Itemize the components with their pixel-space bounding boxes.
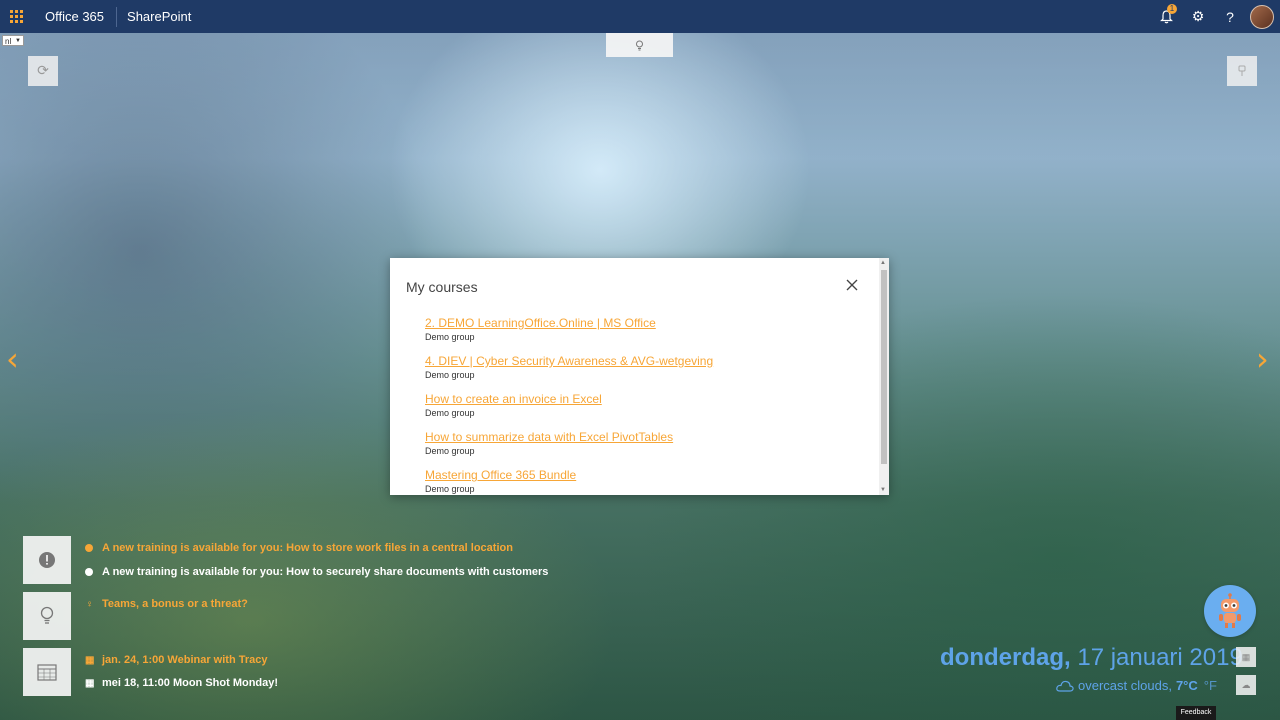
notifications-button[interactable]: 1 — [1150, 0, 1182, 33]
settings-button[interactable]: ⚙ — [1182, 0, 1214, 33]
course-item: 2. DEMO LearningOffice.Online | MS Offic… — [425, 316, 865, 354]
pin-icon — [1238, 65, 1246, 76]
tip-item[interactable]: ♀ Teams, a bonus or a threat? — [85, 598, 248, 610]
course-group: Demo group — [425, 408, 475, 418]
scroll-down-icon[interactable]: ▼ — [880, 487, 886, 493]
course-item: How to summarize data with Excel PivotTa… — [425, 430, 865, 468]
weekday: donderdag, — [940, 644, 1071, 671]
course-link[interactable]: How to create an invoice in Excel — [425, 392, 865, 406]
notification-badge: 1 — [1167, 4, 1177, 14]
read-dot-icon — [85, 568, 93, 576]
help-button[interactable]: ? — [1214, 0, 1246, 33]
weather-description: overcast clouds, — [1078, 678, 1172, 693]
my-courses-dialog: My courses 2. DEMO LearningOffice.Online… — [390, 258, 889, 495]
temperature: 7°C — [1175, 678, 1198, 693]
help-icon: ? — [1226, 8, 1234, 25]
gear-icon: ⚙ — [1191, 8, 1205, 25]
chatbot-button[interactable] — [1204, 585, 1256, 637]
chevron-down-icon: ▼ — [15, 38, 21, 44]
office365-link[interactable]: Office 365 — [45, 9, 104, 24]
date-display: donderdag, 17 januari 2019 — [940, 644, 1243, 672]
scroll-up-icon[interactable]: ▲ — [880, 260, 886, 266]
avatar[interactable] — [1250, 4, 1274, 29]
course-link[interactable]: Mastering Office 365 Bundle — [425, 468, 865, 482]
weather-display: overcast clouds, 7°C °F — [1056, 678, 1217, 693]
cloud-icon — [1056, 680, 1074, 692]
refresh-button[interactable]: ⟳ — [28, 56, 58, 86]
notification-item[interactable]: A new training is available for you: How… — [85, 542, 513, 554]
calendar-icon: ▦ — [85, 677, 95, 689]
unread-dot-icon — [85, 544, 93, 552]
dialog-scrollbar[interactable]: ▲ ▼ — [879, 258, 889, 495]
notifications-tile[interactable] — [23, 536, 71, 584]
tips-tile[interactable] — [23, 592, 71, 640]
weather-settings-button[interactable]: ☁ — [1236, 675, 1256, 695]
app-launcher-button[interactable] — [0, 0, 33, 33]
lightbulb-icon — [636, 40, 643, 50]
date-value: 17 januari 2019 — [1077, 644, 1243, 671]
next-background-arrow[interactable]: › — [1256, 340, 1269, 378]
calendar-tile[interactable] — [23, 648, 71, 696]
course-group: Demo group — [425, 446, 475, 456]
tips-toggle-button[interactable] — [606, 33, 673, 57]
alert-icon — [39, 552, 55, 568]
weather-icon: ☁ — [1241, 679, 1251, 690]
feedback-button[interactable]: Feedback — [1176, 706, 1216, 720]
dialog-title: My courses — [406, 279, 478, 295]
course-link[interactable]: 4. DIEV | Cyber Security Awareness & AVG… — [425, 354, 865, 368]
previous-background-arrow[interactable]: ‹ — [6, 340, 19, 378]
course-link[interactable]: 2. DEMO LearningOffice.Online | MS Offic… — [425, 316, 865, 330]
refresh-icon: ⟳ — [37, 63, 49, 79]
waffle-icon — [10, 10, 23, 23]
lightbulb-icon — [40, 606, 54, 624]
event-item[interactable]: ▦ jan. 24, 1:00 Webinar with Tracy — [85, 654, 267, 666]
event-item[interactable]: ▦ mei 18, 11:00 Moon Shot Monday! — [85, 677, 278, 689]
language-select[interactable]: nl ▼ — [2, 35, 24, 46]
date-settings-button[interactable]: ▦ — [1236, 647, 1256, 667]
calendar-icon — [37, 664, 57, 681]
suite-bar: Office 365 SharePoint 1 ⚙ ? — [0, 0, 1280, 33]
course-list: 2. DEMO LearningOffice.Online | MS Offic… — [425, 316, 865, 506]
course-link[interactable]: How to summarize data with Excel PivotTa… — [425, 430, 865, 444]
close-icon[interactable] — [846, 275, 858, 296]
notification-item[interactable]: A new training is available for you: How… — [85, 566, 548, 578]
robot-icon — [1219, 593, 1241, 628]
scrollbar-thumb[interactable] — [881, 270, 887, 464]
lightbulb-icon: ♀ — [85, 598, 94, 610]
course-group: Demo group — [425, 332, 475, 342]
calendar-icon: ▦ — [1241, 651, 1251, 662]
course-item: How to create an invoice in Excel Demo g… — [425, 392, 865, 430]
course-item: 4. DIEV | Cyber Security Awareness & AVG… — [425, 354, 865, 392]
divider — [116, 6, 118, 27]
temperature-unit-toggle[interactable]: °F — [1204, 678, 1217, 693]
sharepoint-link[interactable]: SharePoint — [127, 9, 191, 24]
course-group: Demo group — [425, 370, 475, 380]
course-group: Demo group — [425, 484, 475, 494]
pin-button[interactable] — [1227, 56, 1257, 86]
course-item: Mastering Office 365 Bundle Demo group — [425, 468, 865, 506]
calendar-icon: ▦ — [85, 654, 95, 666]
